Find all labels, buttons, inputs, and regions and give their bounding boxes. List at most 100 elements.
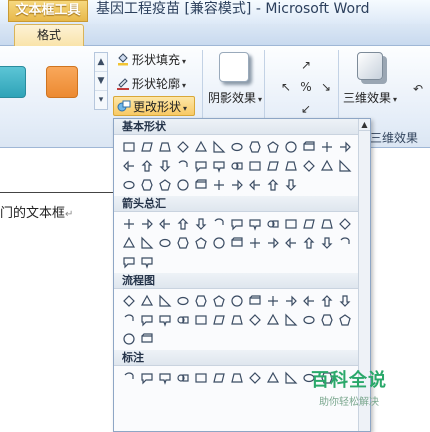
shape-option[interactable] bbox=[138, 368, 156, 387]
shape-option[interactable] bbox=[120, 310, 138, 329]
shape-option[interactable] bbox=[282, 214, 300, 233]
shadow-toggle-icon[interactable]: % bbox=[298, 80, 314, 94]
shape-option[interactable] bbox=[228, 233, 246, 252]
shape-option[interactable] bbox=[264, 310, 282, 329]
shape-option[interactable] bbox=[210, 175, 228, 194]
shape-option[interactable] bbox=[138, 214, 156, 233]
shadow-effects-button[interactable]: 阴影效果 ▾ bbox=[208, 50, 262, 106]
shape-option[interactable] bbox=[192, 368, 210, 387]
shape-option[interactable] bbox=[318, 291, 336, 310]
shape-outline-button[interactable]: 形状轮廓 ▾ bbox=[116, 74, 186, 94]
shape-option[interactable] bbox=[318, 310, 336, 329]
shape-option[interactable] bbox=[210, 291, 228, 310]
shape-option[interactable] bbox=[246, 156, 264, 175]
gallery-down-button[interactable]: ▼ bbox=[95, 72, 107, 91]
shape-option[interactable] bbox=[336, 137, 354, 156]
shape-option[interactable] bbox=[336, 291, 354, 310]
shape-option[interactable] bbox=[174, 233, 192, 252]
shape-option[interactable] bbox=[138, 291, 156, 310]
shape-option[interactable] bbox=[120, 329, 138, 348]
shape-fill-button[interactable]: 形状填充 ▾ bbox=[116, 50, 186, 70]
gallery-up-button[interactable]: ▲ bbox=[95, 53, 107, 72]
tilt-icon[interactable]: ↶ bbox=[410, 82, 426, 96]
shape-option[interactable] bbox=[138, 175, 156, 194]
shape-option[interactable] bbox=[336, 156, 354, 175]
shape-option[interactable] bbox=[120, 252, 138, 271]
shape-option[interactable] bbox=[300, 156, 318, 175]
nudge-shadow-right-icon[interactable]: ↘ bbox=[318, 80, 334, 94]
shape-option[interactable] bbox=[210, 233, 228, 252]
shape-option[interactable] bbox=[246, 137, 264, 156]
shape-option[interactable] bbox=[174, 291, 192, 310]
shape-option[interactable] bbox=[174, 175, 192, 194]
shape-option[interactable] bbox=[156, 214, 174, 233]
shape-option[interactable] bbox=[156, 310, 174, 329]
shape-option[interactable] bbox=[318, 214, 336, 233]
shape-option[interactable] bbox=[138, 329, 156, 348]
shape-option[interactable] bbox=[174, 368, 192, 387]
shape-option[interactable] bbox=[120, 137, 138, 156]
shape-option[interactable] bbox=[192, 233, 210, 252]
shape-option[interactable] bbox=[192, 137, 210, 156]
shape-option[interactable] bbox=[174, 310, 192, 329]
shape-option[interactable] bbox=[228, 175, 246, 194]
shape-option[interactable] bbox=[246, 214, 264, 233]
shape-option[interactable] bbox=[246, 175, 264, 194]
shape-option[interactable] bbox=[246, 291, 264, 310]
shape-option[interactable] bbox=[210, 310, 228, 329]
shape-option[interactable] bbox=[246, 233, 264, 252]
nudge-shadow-up-icon[interactable]: ↗ bbox=[298, 58, 314, 72]
nudge-shadow-left-icon[interactable]: ↖ bbox=[278, 80, 294, 94]
shape-option[interactable] bbox=[138, 137, 156, 156]
shape-option[interactable] bbox=[282, 175, 300, 194]
shape-option[interactable] bbox=[282, 310, 300, 329]
shape-option[interactable] bbox=[282, 137, 300, 156]
shape-option[interactable] bbox=[138, 252, 156, 271]
shape-option[interactable] bbox=[192, 214, 210, 233]
shape-option[interactable] bbox=[120, 175, 138, 194]
shape-option[interactable] bbox=[210, 368, 228, 387]
shape-option[interactable] bbox=[192, 156, 210, 175]
shape-option[interactable] bbox=[336, 310, 354, 329]
shape-option[interactable] bbox=[264, 368, 282, 387]
shape-option[interactable] bbox=[264, 156, 282, 175]
shape-option[interactable] bbox=[120, 233, 138, 252]
shape-option[interactable] bbox=[156, 156, 174, 175]
shape-option[interactable] bbox=[210, 156, 228, 175]
shape-option[interactable] bbox=[210, 137, 228, 156]
shape-option[interactable] bbox=[228, 310, 246, 329]
shape-option[interactable] bbox=[264, 175, 282, 194]
shape-option[interactable] bbox=[318, 137, 336, 156]
shape-option[interactable] bbox=[120, 214, 138, 233]
shape-option[interactable] bbox=[228, 368, 246, 387]
shape-option[interactable] bbox=[174, 214, 192, 233]
shape-option[interactable] bbox=[282, 156, 300, 175]
shape-option[interactable] bbox=[174, 137, 192, 156]
shape-option[interactable] bbox=[264, 214, 282, 233]
shape-option[interactable] bbox=[156, 368, 174, 387]
shape-option[interactable] bbox=[120, 368, 138, 387]
shape-option[interactable] bbox=[264, 291, 282, 310]
shape-option[interactable] bbox=[318, 156, 336, 175]
shape-option[interactable] bbox=[192, 291, 210, 310]
shape-option[interactable] bbox=[156, 175, 174, 194]
shape-option[interactable] bbox=[300, 310, 318, 329]
shape-option[interactable] bbox=[120, 291, 138, 310]
shape-option[interactable] bbox=[138, 310, 156, 329]
threed-effects-button[interactable]: 三维效果 ▾ bbox=[340, 50, 400, 106]
shape-style-orange[interactable] bbox=[46, 66, 78, 98]
shape-option[interactable] bbox=[156, 137, 174, 156]
scroll-up-button[interactable]: ▲ bbox=[359, 119, 370, 131]
shape-option[interactable] bbox=[246, 368, 264, 387]
shape-option[interactable] bbox=[282, 233, 300, 252]
shape-option[interactable] bbox=[336, 233, 354, 252]
shape-option[interactable] bbox=[300, 233, 318, 252]
shape-option[interactable] bbox=[228, 137, 246, 156]
shape-option[interactable] bbox=[192, 175, 210, 194]
nudge-shadow-down-icon[interactable]: ↙ bbox=[298, 102, 314, 116]
shape-option[interactable] bbox=[156, 291, 174, 310]
document-text[interactable]: 门的文本框↵ bbox=[0, 202, 73, 221]
shape-option[interactable] bbox=[156, 233, 174, 252]
shape-option[interactable] bbox=[120, 156, 138, 175]
shape-option[interactable] bbox=[264, 233, 282, 252]
